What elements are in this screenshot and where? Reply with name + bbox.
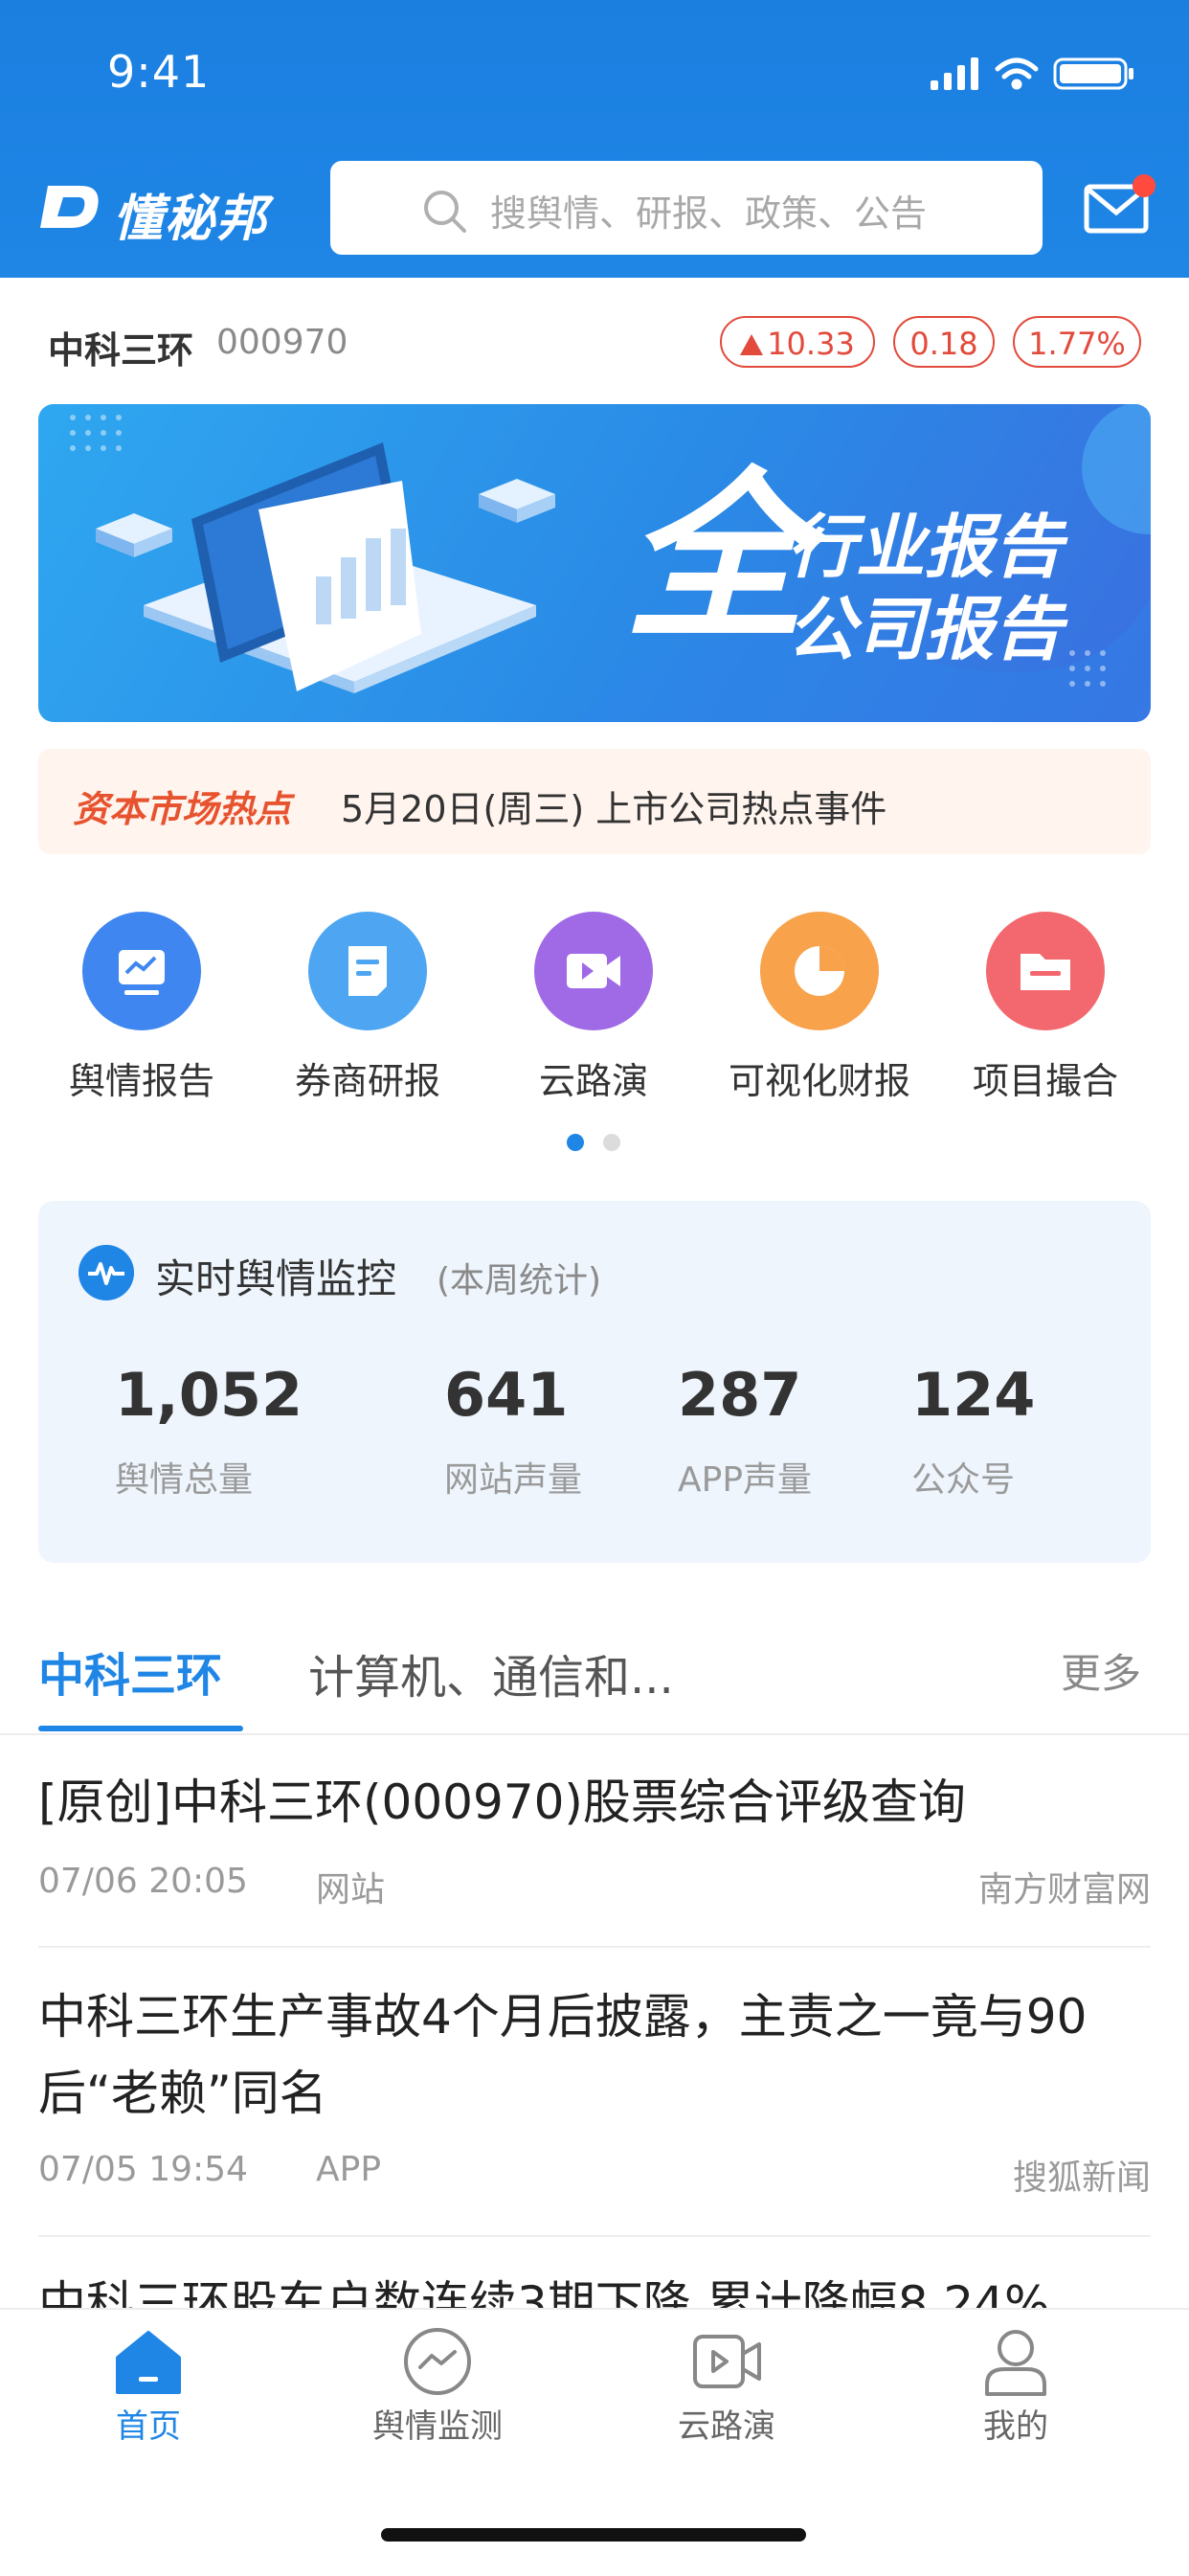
tab-industry[interactable]: 计算机、通信和... xyxy=(308,1639,674,1706)
tab-company[interactable]: 中科三环 xyxy=(38,1638,222,1705)
battery-icon xyxy=(1053,57,1133,90)
pulse-icon xyxy=(79,1245,134,1300)
stat-app: 287 xyxy=(678,1360,802,1430)
stat-web: 641 xyxy=(444,1360,569,1430)
nav-roadshow[interactable]: 云路演 xyxy=(578,2327,875,2447)
pager-dot-active[interactable] xyxy=(567,1134,584,1151)
user-icon xyxy=(985,2330,1046,2396)
up-arrow-icon xyxy=(740,334,764,355)
news-time: 07/05 19:54 xyxy=(38,2150,248,2189)
home-indicator xyxy=(381,2528,806,2542)
nav-monitor[interactable]: 舆情监测 xyxy=(289,2327,586,2447)
nav-home-label: 首页 xyxy=(116,2407,181,2446)
stock-price-badge: 10.33 xyxy=(720,316,875,368)
tab-more[interactable]: 更多 xyxy=(1061,1641,1141,1700)
nav-monitor-label: 舆情监测 xyxy=(372,2407,503,2446)
home-icon xyxy=(116,2331,181,2394)
video-icon xyxy=(693,2335,761,2388)
stat-wechat-label: 公众号 xyxy=(911,1460,1016,1500)
news-type: APP xyxy=(316,2150,382,2189)
wifi-icon xyxy=(995,57,1039,90)
monitor-title: 实时舆情监控 xyxy=(155,1255,397,1302)
status-time: 9:41 xyxy=(107,46,211,98)
news-time: 07/06 20:05 xyxy=(38,1862,248,1901)
quick-entry-roadshow[interactable] xyxy=(534,912,653,1030)
folder-icon xyxy=(1021,954,1070,990)
unread-dot xyxy=(1133,174,1155,197)
logo-text: 懂秘邦 xyxy=(113,191,269,248)
stock-change-badge: 0.18 xyxy=(893,316,995,368)
monitor-subtitle: (本周统计) xyxy=(437,1261,602,1300)
pie-chart-icon xyxy=(795,946,844,996)
signal-icon xyxy=(931,57,978,90)
quick-entry-label: 项目撮合 xyxy=(972,1060,1118,1102)
quick-entry-label: 券商研报 xyxy=(294,1060,440,1102)
banner-big-char: 全 xyxy=(624,452,807,664)
news-type: 网站 xyxy=(316,1870,386,1909)
quick-entry-label: 云路演 xyxy=(538,1060,648,1102)
monitor-trend-icon xyxy=(404,2328,471,2395)
divider xyxy=(0,1733,1189,1735)
hot-topic-tag: 资本市场热点 xyxy=(73,788,292,830)
logo-icon xyxy=(40,186,99,228)
stat-wechat: 124 xyxy=(911,1360,1036,1430)
divider xyxy=(38,1946,1151,1948)
search-placeholder[interactable]: 搜舆情、研报、政策、公告 xyxy=(490,184,927,237)
report-chart-icon xyxy=(119,950,165,995)
document-icon xyxy=(348,946,387,996)
nav-home[interactable]: 首页 xyxy=(0,2327,297,2447)
search-icon xyxy=(424,191,466,233)
stock-price: 10.33 xyxy=(767,326,855,362)
quick-entry-research[interactable] xyxy=(308,912,427,1030)
stock-change-pct-badge: 1.77% xyxy=(1013,316,1141,368)
stat-total-label: 舆情总量 xyxy=(115,1460,254,1500)
quick-entry-visual-report[interactable] xyxy=(760,912,879,1030)
nav-roadshow-label: 云路演 xyxy=(678,2407,775,2446)
quick-entry-label: 可视化财报 xyxy=(728,1060,910,1102)
nav-mine[interactable]: 我的 xyxy=(867,2327,1164,2447)
stat-web-label: 网站声量 xyxy=(444,1460,583,1500)
stat-total: 1,052 xyxy=(115,1360,303,1430)
quick-entry-project-match[interactable] xyxy=(986,912,1105,1030)
stock-name[interactable]: 中科三环 xyxy=(48,321,193,373)
news-title-line[interactable]: 后“老赖”同名 xyxy=(38,2055,1158,2132)
divider xyxy=(38,2235,1151,2237)
news-source: 搜狐新闻 xyxy=(1012,2158,1151,2198)
news-title-line[interactable]: 中科三环生产事故4个月后披露，主责之一竟与90 xyxy=(38,1978,1158,2055)
stat-app-label: APP声量 xyxy=(678,1460,813,1500)
hot-topic-text[interactable]: 5月20日(周三) 上市公司热点事件 xyxy=(341,780,886,832)
pager-dot[interactable] xyxy=(603,1134,620,1151)
video-camera-icon xyxy=(567,954,620,988)
status-icons xyxy=(931,57,1133,90)
stock-code: 000970 xyxy=(216,323,348,362)
nav-mine-label: 我的 xyxy=(983,2407,1048,2446)
quick-entry-report[interactable] xyxy=(82,912,201,1030)
tab-active-indicator xyxy=(38,1726,243,1731)
news-source: 南方财富网 xyxy=(977,1870,1151,1909)
news-title[interactable]: [原创]中科三环(000970)股票综合评级查询 xyxy=(38,1764,1158,1841)
banner-line-2: 公司报告 xyxy=(787,589,1064,669)
quick-entry-label: 舆情报告 xyxy=(68,1060,214,1102)
